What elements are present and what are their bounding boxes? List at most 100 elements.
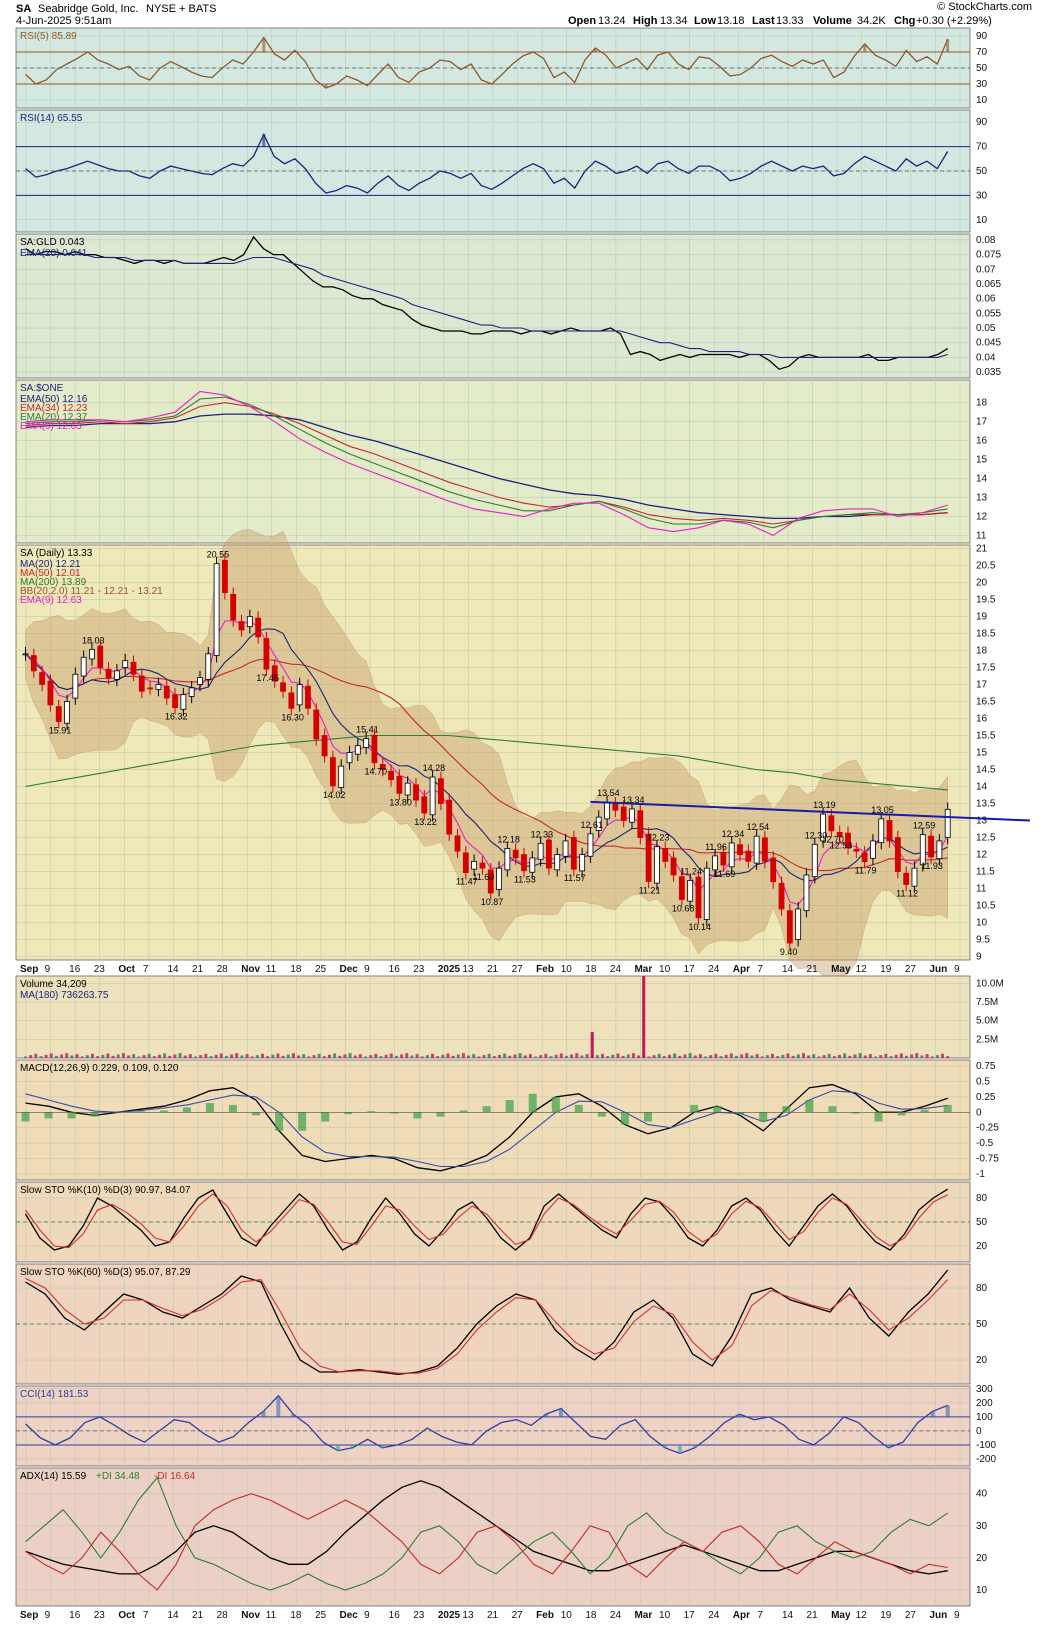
volume-bar — [719, 1056, 723, 1058]
x-tick-label: 14 — [782, 1610, 794, 1620]
candle-body — [770, 857, 777, 883]
price-callout: 11.57 — [564, 873, 586, 883]
x-tick-label: 10 — [561, 964, 573, 975]
volume-bar — [729, 1053, 733, 1058]
x-axis: Sep 9 16 23 Oct 7 14 21 28 Nov 11 18 25 Dec 9 16 23 2025 1… — [20, 1610, 960, 1621]
macd-histogram-bar — [920, 1109, 929, 1113]
macd-histogram-bar — [67, 1112, 76, 1119]
volume-bar — [44, 1054, 48, 1058]
price-callout: 11.60 — [472, 872, 494, 882]
x-tick-label: 7 — [143, 1610, 149, 1620]
volume-bar — [595, 1055, 599, 1058]
volume-bar — [266, 1056, 270, 1058]
volume-bar — [786, 1053, 790, 1058]
volume-bar — [230, 1054, 234, 1058]
x-tick-label: 17 — [684, 1610, 696, 1620]
chg-label: Chg — [894, 15, 915, 27]
y-tick-label: 0 — [976, 1107, 982, 1118]
volume-bar — [652, 1055, 656, 1058]
copyright: © StockCharts.com — [937, 1, 1032, 13]
y-tick-label: 21 — [976, 543, 988, 554]
y-tick-label: 15.5 — [976, 730, 996, 741]
price-callout: 13.54 — [597, 788, 620, 798]
y-tick-label: 0.5 — [976, 1077, 990, 1088]
candle-body — [629, 808, 635, 823]
x-tick-label: 11 — [266, 964, 277, 975]
y-tick-label: 0.05 — [976, 323, 996, 334]
candle-body — [720, 852, 727, 866]
x-tick-label: 24 — [610, 964, 622, 975]
x-tick-label: 28 — [217, 964, 229, 975]
candle-body — [80, 656, 87, 677]
panel-ratio_gld: 0.08 0.075 0.07 0.065 0.06 0.055 0.05 0.045 0.04… — [15, 233, 1001, 379]
volume-bar — [812, 1054, 816, 1058]
price-callout: 11.79 — [855, 866, 877, 876]
price-callout: 14.70 — [364, 767, 387, 777]
price-callout: 13.80 — [389, 797, 412, 807]
candle-body — [130, 661, 137, 675]
volume-bar — [29, 1055, 33, 1058]
candle-body — [438, 778, 444, 804]
x-tick-label: 24 — [610, 1610, 622, 1620]
volume-bar — [467, 1055, 471, 1058]
panel-title: MACD(12,26,9) 0.229, 0.109, 0.120 — [20, 1063, 179, 1074]
candle-body — [388, 770, 394, 781]
volume-bar — [39, 1056, 43, 1058]
candle-body — [30, 655, 37, 672]
volume-bar — [925, 1054, 929, 1058]
x-tick-label: 18 — [290, 964, 302, 975]
macd-histogram-bar — [874, 1112, 883, 1122]
volume-bar — [534, 1056, 538, 1058]
price-callout: 11.96 — [705, 842, 727, 852]
y-tick-label: 11.5 — [976, 867, 995, 878]
y-tick-label: 18 — [976, 645, 988, 656]
volume-bar — [34, 1053, 38, 1058]
volume-bar — [240, 1055, 244, 1058]
x-tick-label: 19 — [880, 964, 892, 975]
x-tick-label: 9 — [45, 964, 51, 975]
volume-bar — [307, 1056, 311, 1058]
volume-bar — [384, 1054, 388, 1058]
volume-bar — [389, 1053, 393, 1058]
stock-chart: SA Seabridge Gold, Inc. NYSE + BATS 4-Ju… — [0, 0, 1050, 1621]
volume-bar — [570, 1054, 574, 1058]
volume-bar — [374, 1053, 378, 1058]
candle-body — [944, 808, 951, 838]
y-tick-label: 0 — [976, 1426, 982, 1437]
price-callout: 12.61 — [580, 820, 603, 830]
volume-bar — [364, 1056, 368, 1058]
chart-canvas: SA Seabridge Gold, Inc. NYSE + BATS 4-Ju… — [15, 1, 1032, 1621]
x-tick-label: Mar — [634, 1610, 652, 1620]
company-name: Seabridge Gold, Inc. — [38, 3, 138, 15]
volume-bar — [132, 1054, 136, 1058]
macd-histogram-bar — [90, 1112, 99, 1117]
volume-bar — [564, 1055, 568, 1058]
volume-bar — [817, 1056, 821, 1058]
x-tick-label: 12 — [856, 964, 868, 975]
volume-bar — [755, 1054, 759, 1058]
y-tick-label: 7.5M — [976, 997, 998, 1008]
y-tick-label: -1 — [976, 1169, 985, 1180]
candle-body — [496, 867, 502, 890]
price-callout: 12.33 — [531, 829, 554, 839]
candle-body — [371, 734, 378, 764]
panel-title: RSI(14) 65.55 — [20, 113, 83, 124]
candle-body — [521, 854, 527, 871]
volume-bar — [838, 1054, 842, 1058]
panel-cci: 300 200 100 0 -100 -200 CCI(14) 181.53 — [15, 1384, 996, 1467]
price-callout: 11.24 — [680, 866, 702, 876]
candle-body — [562, 840, 569, 857]
x-tick-label: 10 — [659, 1610, 671, 1620]
volume-bar — [142, 1055, 146, 1058]
volume-bar — [580, 1055, 584, 1058]
volume-bar — [260, 1053, 264, 1058]
panel-macd: 0.75 0.5 0.25 0 -0.25 -0.5 -0.75 -1 MACD(12,26,9… — [15, 1059, 999, 1181]
volume-bar — [508, 1055, 512, 1058]
volume-bar — [539, 1055, 543, 1058]
x-tick-label: 21 — [807, 1610, 819, 1620]
candle-body — [413, 784, 419, 801]
volume-bar — [101, 1054, 105, 1058]
macd-histogram-bar — [228, 1104, 237, 1113]
y-tick-label: 13 — [976, 493, 988, 504]
x-tick-label: 18 — [585, 964, 597, 975]
